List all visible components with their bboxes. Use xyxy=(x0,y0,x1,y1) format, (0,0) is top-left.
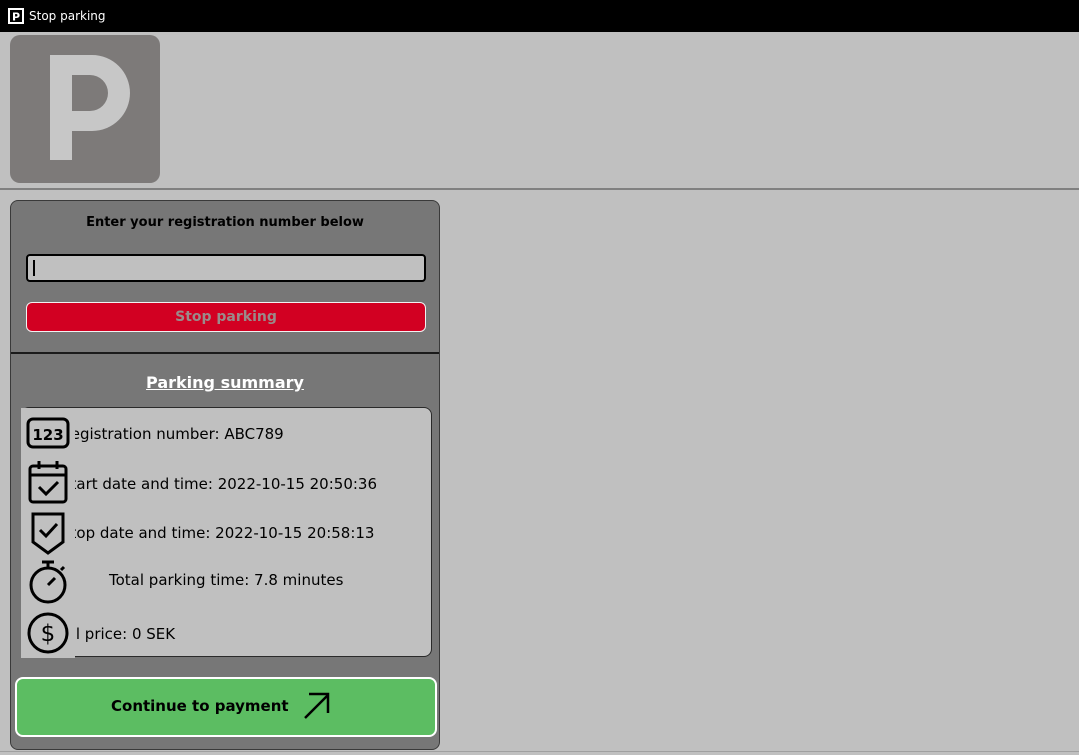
svg-text:P: P xyxy=(12,11,20,24)
summary-row-stop: Stop date and time: 2022-10-15 20:58:13 xyxy=(61,524,375,542)
summary-title: Parking summary xyxy=(146,373,304,392)
number-123-icon: 123 xyxy=(21,408,75,458)
arrow-up-right-icon xyxy=(301,690,333,722)
dollar-coin-icon: $ xyxy=(21,608,75,658)
stop-parking-label: Stop parking xyxy=(175,309,277,325)
continue-to-payment-label: Continue to payment xyxy=(111,697,289,715)
window-bottom-edge xyxy=(0,751,1079,752)
header xyxy=(0,32,1079,188)
stopwatch-icon xyxy=(21,558,75,608)
stop-parking-button[interactable]: Stop parking xyxy=(26,302,426,332)
title-bar: P Stop parking xyxy=(0,0,1079,32)
registration-heading: Enter your registration number below xyxy=(86,215,364,230)
svg-text:$: $ xyxy=(41,621,56,647)
summary-row-time: Total parking time: 7.8 minutes xyxy=(109,571,344,589)
parking-logo xyxy=(10,35,160,183)
registration-input[interactable] xyxy=(26,254,426,282)
summary-row-start: Start date and time: 2022-10-15 20:50:36 xyxy=(61,475,378,493)
text-caret xyxy=(33,260,35,276)
summary-row-registration: Registration number: ABC789 xyxy=(61,425,284,443)
svg-text:123: 123 xyxy=(32,426,63,444)
window-title: Stop parking xyxy=(29,9,106,23)
shield-check-icon xyxy=(21,508,75,558)
parking-icon: P xyxy=(8,8,24,24)
header-separator xyxy=(0,188,1079,190)
continue-to-payment-button[interactable]: Continue to payment xyxy=(15,677,437,737)
calendar-check-icon xyxy=(21,458,75,508)
stop-parking-panel: Enter your registration number below Sto… xyxy=(10,200,440,750)
summary-icons: 123 $ xyxy=(21,408,75,658)
panel-divider xyxy=(11,352,439,354)
